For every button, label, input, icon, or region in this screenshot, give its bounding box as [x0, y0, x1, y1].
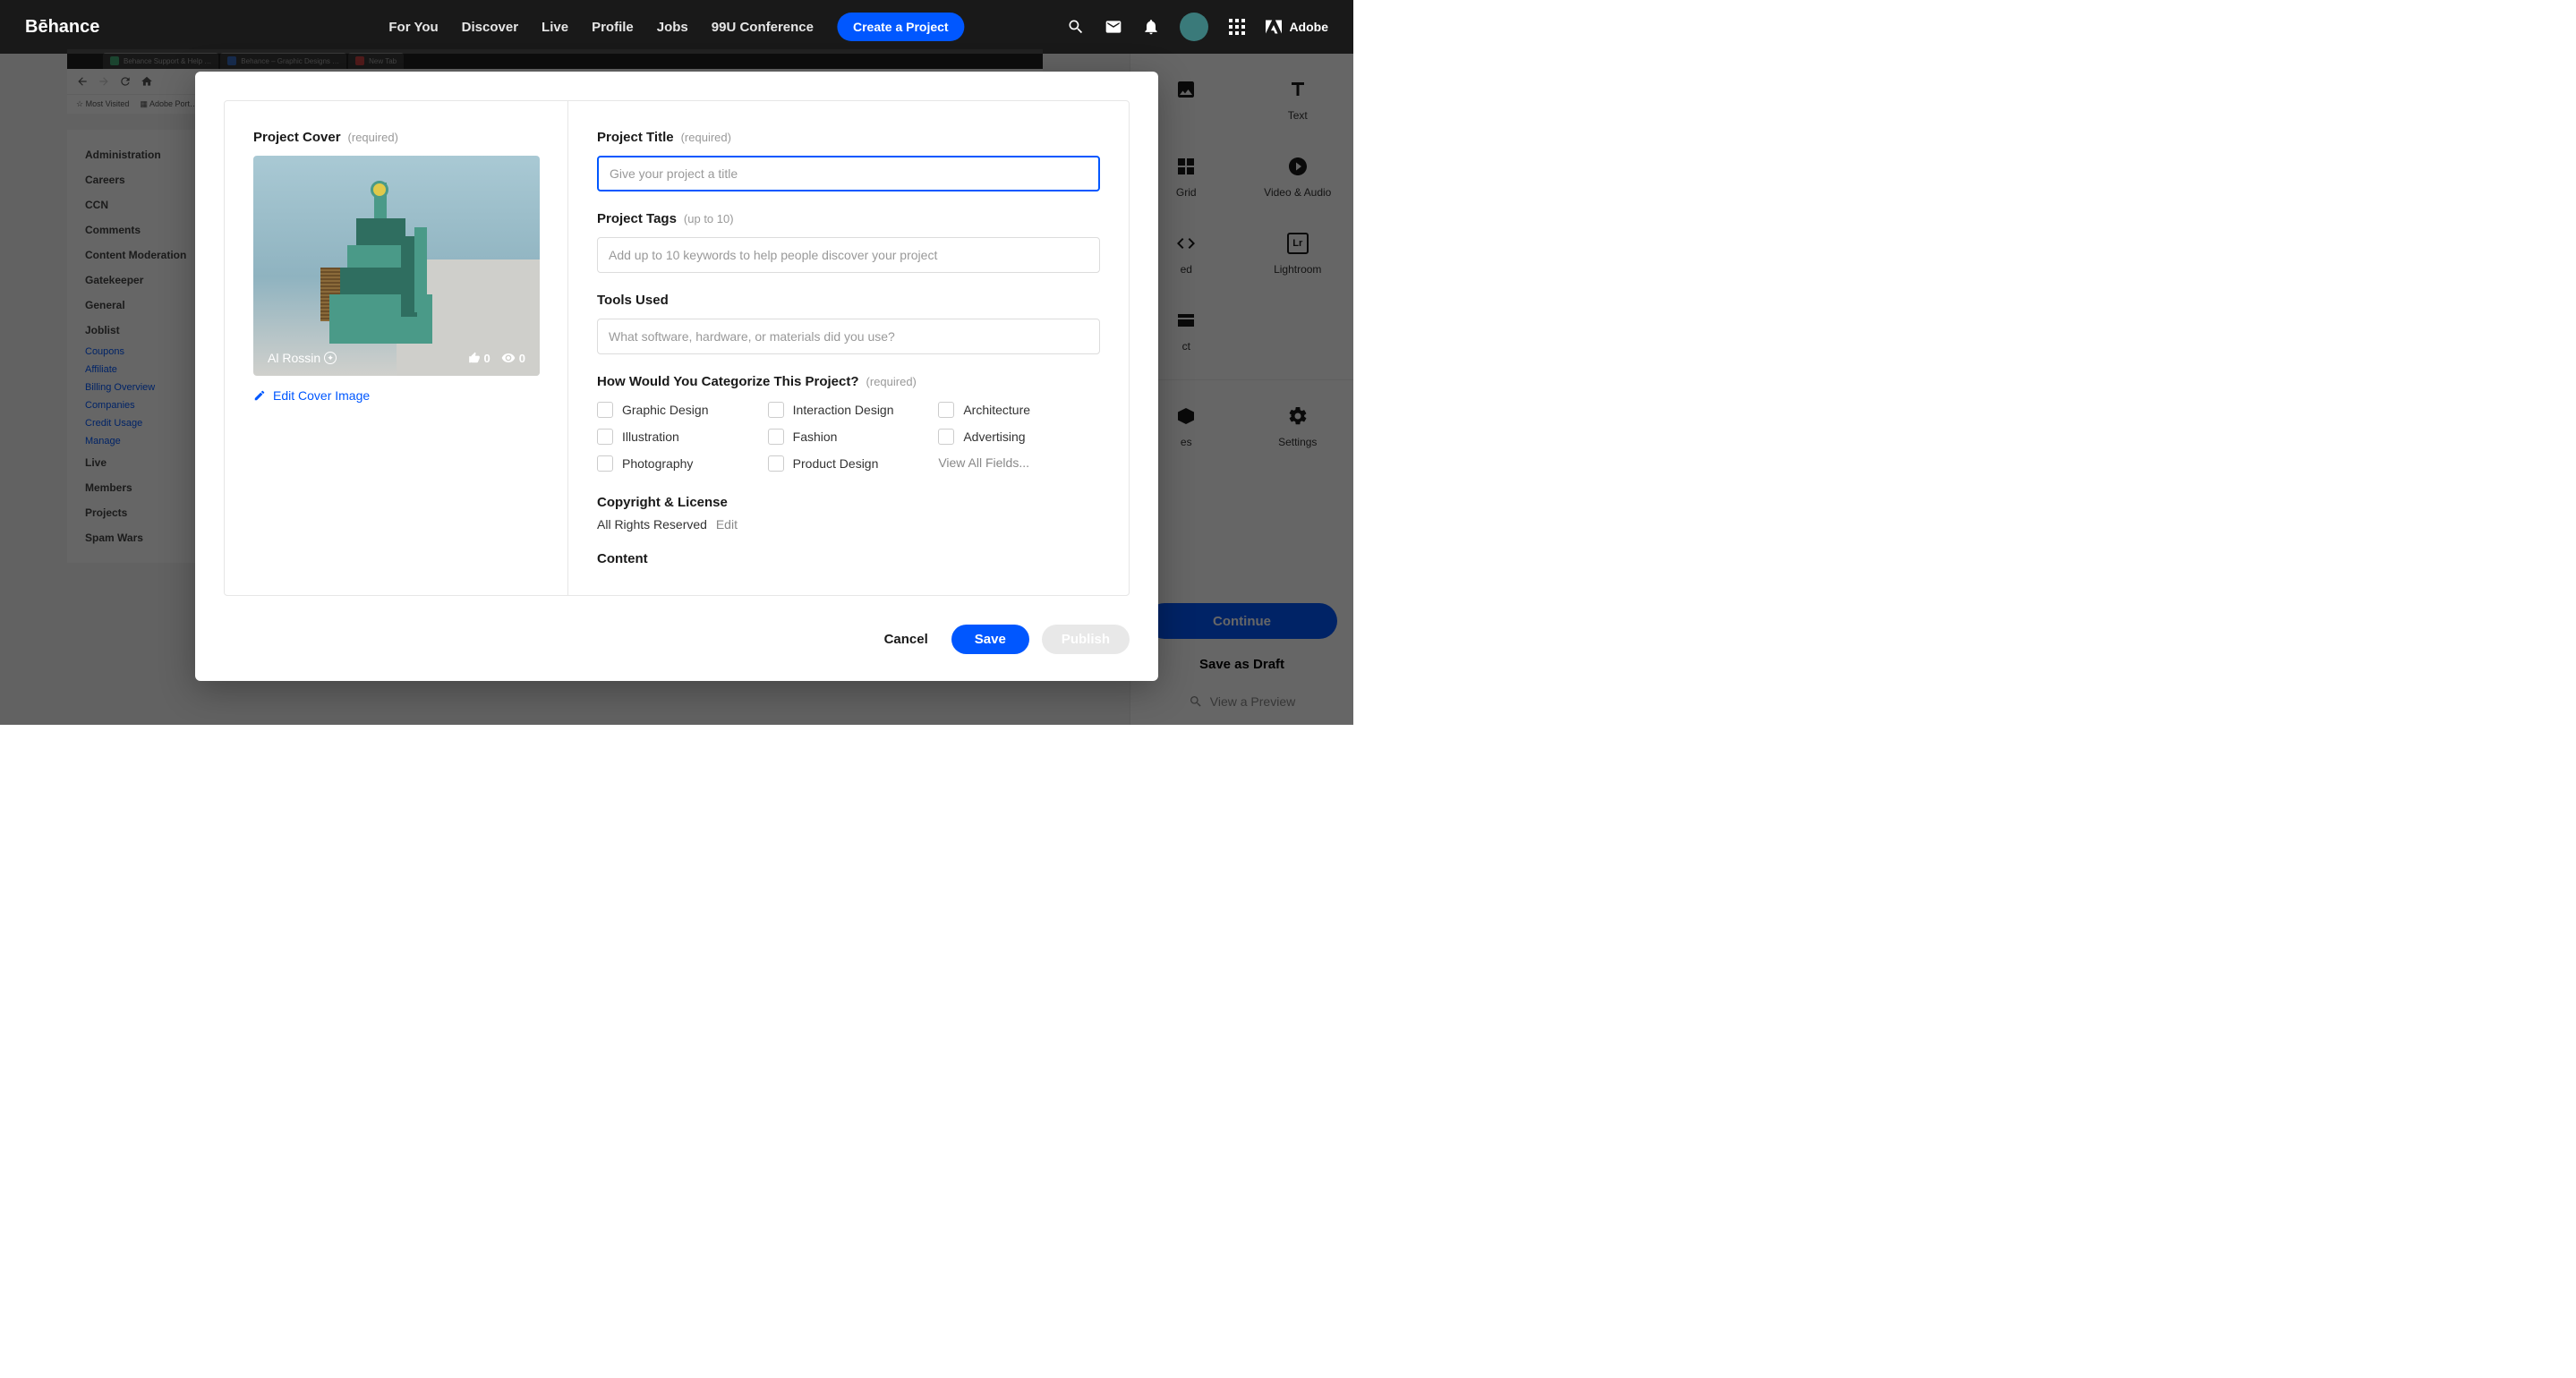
category-label: How Would You Categorize This Project?	[597, 374, 859, 389]
modal-footer: Cancel Save Publish	[195, 625, 1158, 681]
verified-icon: ✦	[324, 352, 337, 364]
views-stat: 0	[501, 351, 525, 365]
thumbs-up-icon	[468, 352, 481, 364]
publish-button[interactable]: Publish	[1042, 625, 1130, 654]
tools-used-input[interactable]	[597, 319, 1100, 354]
category-product-design[interactable]: Product Design	[768, 455, 930, 472]
nav-center: For You Discover Live Profile Jobs 99U C…	[388, 13, 964, 41]
tools-label: Tools Used	[597, 293, 669, 308]
nav-live[interactable]: Live	[542, 20, 568, 35]
content-label: Content	[597, 551, 1100, 566]
copyright-edit-link[interactable]: Edit	[716, 517, 738, 532]
cover-column: Project Cover (required) Al Rossi	[225, 101, 568, 595]
nav-discover[interactable]: Discover	[462, 20, 518, 35]
project-title-input[interactable]	[597, 156, 1100, 191]
category-fashion[interactable]: Fashion	[768, 429, 930, 445]
mail-icon[interactable]	[1105, 18, 1122, 36]
category-photography[interactable]: Photography	[597, 455, 759, 472]
save-button[interactable]: Save	[951, 625, 1029, 654]
title-label: Project Title	[597, 130, 674, 145]
tags-label: Project Tags	[597, 211, 677, 226]
eye-icon	[501, 351, 516, 365]
project-tags-input[interactable]	[597, 237, 1100, 273]
adobe-link[interactable]: Adobe	[1266, 20, 1328, 34]
cover-required: (required)	[348, 131, 398, 144]
category-architecture[interactable]: Architecture	[938, 402, 1100, 418]
form-column: Project Title (required) Project Tags (u…	[568, 101, 1129, 595]
category-graphic-design[interactable]: Graphic Design	[597, 402, 759, 418]
topnav: Bēhance For You Discover Live Profile Jo…	[0, 0, 1353, 54]
category-required: (required)	[866, 375, 917, 388]
apps-icon[interactable]	[1228, 18, 1246, 36]
category-illustration[interactable]: Illustration	[597, 429, 759, 445]
project-settings-modal: Project Cover (required) Al Rossi	[195, 72, 1158, 681]
search-icon[interactable]	[1067, 18, 1085, 36]
nav-jobs[interactable]: Jobs	[657, 20, 688, 35]
edit-cover-label: Edit Cover Image	[273, 388, 370, 403]
likes-stat: 0	[468, 352, 490, 365]
copyright-value: All Rights Reserved	[597, 517, 707, 532]
avatar[interactable]	[1180, 13, 1208, 41]
cover-image[interactable]: Al Rossin ✦ 0 0	[253, 156, 540, 376]
adobe-label: Adobe	[1289, 20, 1328, 34]
title-required: (required)	[681, 131, 731, 144]
logo[interactable]: Bēhance	[25, 17, 99, 38]
pencil-icon	[253, 389, 266, 402]
view-all-fields-link[interactable]: View All Fields...	[938, 455, 1100, 472]
edit-cover-link[interactable]: Edit Cover Image	[253, 388, 539, 403]
bell-icon[interactable]	[1142, 18, 1160, 36]
create-project-button[interactable]: Create a Project	[837, 13, 965, 41]
tags-hint: (up to 10)	[684, 212, 734, 225]
category-interaction-design[interactable]: Interaction Design	[768, 402, 930, 418]
cover-label: Project Cover	[253, 130, 341, 145]
nav-right: Adobe	[1067, 13, 1328, 41]
cover-author: Al Rossin	[268, 351, 320, 365]
nav-profile[interactable]: Profile	[592, 20, 634, 35]
nav-99u[interactable]: 99U Conference	[712, 20, 814, 35]
cancel-button[interactable]: Cancel	[874, 625, 939, 654]
nav-for-you[interactable]: For You	[388, 20, 438, 35]
category-advertising[interactable]: Advertising	[938, 429, 1100, 445]
copyright-label: Copyright & License	[597, 495, 1100, 510]
